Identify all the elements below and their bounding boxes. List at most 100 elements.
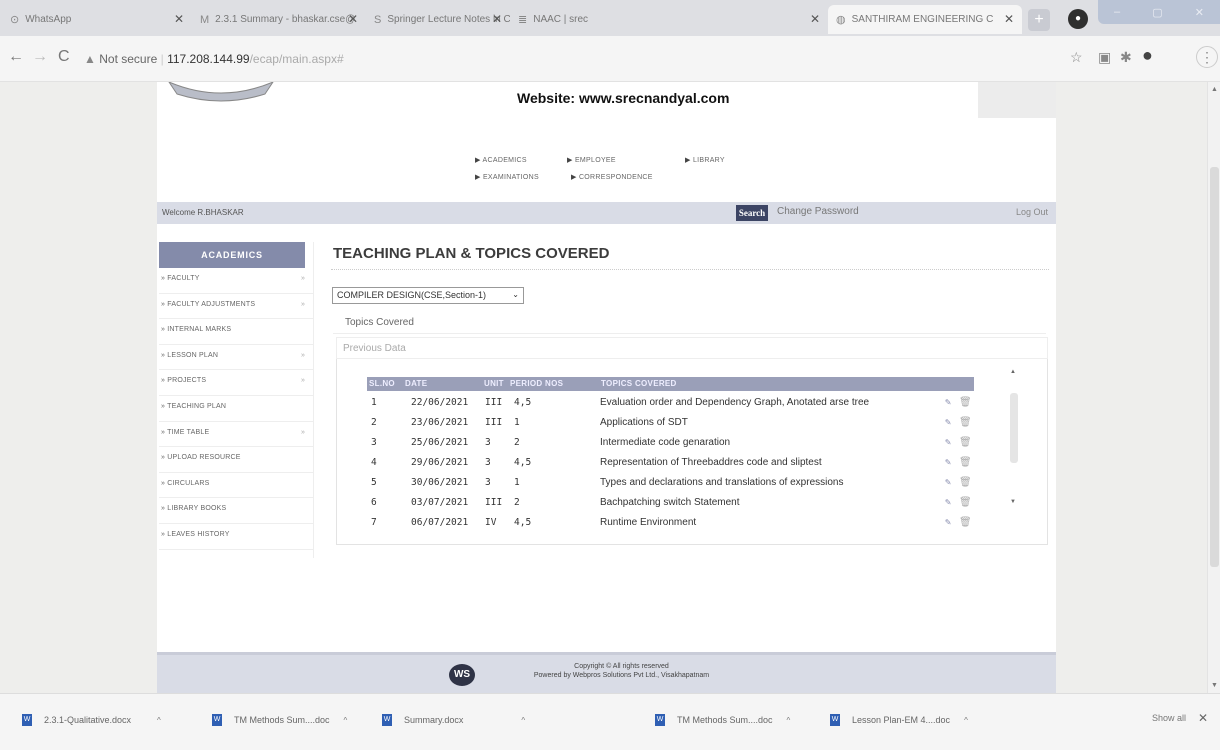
gmail-icon: M (200, 13, 210, 26)
welcome-text: Welcome R.BHASKAR (162, 208, 244, 217)
download-item[interactable]: W Summary.docx ^ (382, 714, 525, 726)
close-icon[interactable]: ✕ (174, 12, 184, 26)
tab-naac[interactable]: ≣ NAAC | srec ✕ (510, 5, 828, 34)
sidebar-item-internal-marks[interactable]: » INTERNAL MARKS (159, 319, 313, 345)
sidebar-heading: ACADEMICS (159, 242, 305, 268)
sidebar-item-projects[interactable]: » PROJECTS» (159, 370, 313, 396)
avatar[interactable]: ● (1142, 45, 1153, 66)
tab-springer[interactable]: S Springer Lecture Notes in Co ✕ (366, 5, 510, 34)
cell-period: 2 (514, 437, 520, 448)
minimize-icon[interactable]: – (1114, 6, 1120, 18)
tab-title: 2.3.1 Summary - bhaskar.cse@ (215, 14, 356, 25)
copyright-text: Copyright © All rights reserved (574, 663, 669, 670)
download-item[interactable]: W Lesson Plan-EM 4....doc ^ (830, 714, 968, 726)
download-item[interactable]: W 2.3.1-Qualitative.docx ^ (22, 714, 161, 726)
delete-icon[interactable]: 🗑 (959, 477, 972, 488)
scroll-up-icon[interactable]: ▲ (1211, 86, 1218, 93)
maximize-icon[interactable]: ▢ (1152, 6, 1162, 19)
back-icon[interactable]: ← (8, 48, 24, 66)
show-all-button[interactable]: Show all (1152, 713, 1186, 723)
window-close-icon[interactable]: ✕ (1195, 6, 1204, 19)
extension-icon[interactable]: ▣ (1098, 49, 1111, 66)
scroll-thumb[interactable] (1210, 167, 1219, 567)
header-decoration (978, 82, 1056, 118)
table-scrollbar[interactable]: ▲ ▼ (1007, 369, 1021, 539)
nav-library[interactable]: LIBRARY (685, 156, 725, 164)
delete-icon[interactable]: 🗑 (959, 457, 972, 468)
cell-slno: 4 (371, 457, 377, 468)
edit-icon[interactable]: ✎ (945, 477, 951, 488)
profile-icon[interactable]: ● (1068, 9, 1088, 29)
close-icon[interactable]: ✕ (492, 12, 502, 26)
nav-correspondence[interactable]: CORRESPONDENCE (571, 173, 653, 181)
sidebar-item-leaves-history[interactable]: » LEAVES HISTORY (159, 524, 313, 550)
nav-examinations[interactable]: EXAMINATIONS (475, 173, 539, 181)
download-item[interactable]: W TM Methods Sum....doc ^ (655, 714, 790, 726)
sidebar-item-library-books[interactable]: » LIBRARY BOOKS (159, 498, 313, 524)
course-select[interactable]: COMPILER DESIGN(CSE,Section-1) ⌄ (332, 287, 524, 304)
chevron-up-icon[interactable]: ^ (787, 716, 791, 725)
chevron-up-icon[interactable]: ^ (521, 716, 525, 725)
close-icon[interactable]: ✕ (348, 12, 358, 26)
table-header: SL.NO DATE UNIT PERIOD NOS TOPICS COVERE… (367, 377, 974, 391)
nav-employee[interactable]: EMPLOYEE (567, 156, 616, 164)
address-bar: ← → C ▲ Not secure | 117.208.144.99/ecap… (0, 36, 1220, 82)
sidebar-item-label: TIME TABLE (167, 428, 210, 436)
reload-icon[interactable]: C (58, 48, 70, 66)
chevron-up-icon[interactable]: ^ (964, 716, 968, 725)
sidebar-item-faculty[interactable]: » FACULTY» (159, 268, 313, 294)
site-header: Website: www.srecnandyal.com (157, 82, 1056, 138)
edit-icon[interactable]: ✎ (945, 457, 951, 468)
sidebar-item-faculty-adjustments[interactable]: » FACULTY ADJUSTMENTS» (159, 294, 313, 320)
delete-icon[interactable]: 🗑 (959, 437, 972, 448)
table-row: 5 30/06/2021 3 1 Types and declarations … (367, 473, 974, 493)
scroll-up-icon[interactable]: ▲ (1010, 369, 1016, 375)
sidebar-item-teaching-plan[interactable]: » TEACHING PLAN (159, 396, 313, 422)
delete-icon[interactable]: 🗑 (959, 417, 972, 428)
sidebar-item-lesson-plan[interactable]: » LESSON PLAN» (159, 345, 313, 371)
nav-academics[interactable]: ACADEMICS (475, 156, 527, 164)
table-row: 3 25/06/2021 3 2 Intermediate code genar… (367, 433, 974, 453)
delete-icon[interactable]: 🗑 (959, 397, 972, 408)
chevron-up-icon[interactable]: ^ (157, 716, 161, 725)
sidebar-item-circulars[interactable]: » CIRCULARS (159, 473, 313, 499)
star-icon[interactable]: ☆ (1070, 49, 1083, 66)
new-tab-button[interactable]: + (1028, 9, 1050, 31)
chevron-up-icon[interactable]: ^ (344, 716, 348, 725)
scroll-thumb[interactable] (1010, 393, 1018, 463)
menu-icon[interactable]: ⋮ (1196, 46, 1218, 68)
edit-icon[interactable]: ✎ (945, 397, 951, 408)
college-logo (168, 82, 274, 102)
previous-data-panel[interactable]: Previous Data (336, 337, 1048, 359)
sidebar-item-upload-resource[interactable]: » UPLOAD RESOURCE (159, 447, 313, 473)
col-date: DATE (405, 379, 428, 388)
change-password-link[interactable]: Change Password (777, 206, 859, 217)
tab-whatsapp[interactable]: ⊙ WhatsApp ✕ (2, 5, 192, 34)
edit-icon[interactable]: ✎ (945, 497, 951, 508)
globe-icon: ◍ (836, 14, 846, 26)
download-item[interactable]: W TM Methods Sum....doc ^ (212, 714, 347, 726)
close-icon[interactable]: ✕ (1004, 12, 1014, 26)
sidebar-item-time-table[interactable]: » TIME TABLE» (159, 422, 313, 448)
cell-topic: Representation of Threebaddres code and … (600, 457, 822, 468)
puzzle-icon[interactable]: ✱ (1120, 49, 1132, 66)
delete-icon[interactable]: 🗑 (959, 497, 972, 508)
logout-link[interactable]: Log Out (1016, 207, 1048, 217)
downloads-close-icon[interactable]: ✕ (1198, 711, 1208, 725)
url-field[interactable]: ▲ Not secure | 117.208.144.99/ecap/main.… (84, 52, 344, 66)
sidebar: ACADEMICS » FACULTY » » FACULTY ADJUSTMEN… (159, 242, 314, 558)
search-button[interactable]: Search (736, 205, 768, 221)
edit-icon[interactable]: ✎ (945, 437, 951, 448)
tab-gmail[interactable]: M 2.3.1 Summary - bhaskar.cse@ ✕ (192, 5, 366, 34)
scroll-down-icon[interactable]: ▼ (1010, 499, 1016, 505)
download-filename: Summary.docx (404, 715, 464, 725)
tab-santhiram[interactable]: ◍ SANTHIRAM ENGINEERING C ✕ (828, 5, 1022, 34)
edit-icon[interactable]: ✎ (945, 417, 951, 428)
delete-icon[interactable]: 🗑 (959, 517, 972, 528)
edit-icon[interactable]: ✎ (945, 517, 951, 528)
close-icon[interactable]: ✕ (810, 12, 820, 26)
forward-icon[interactable]: → (32, 48, 48, 66)
page-scrollbar[interactable]: ▲ ▼ (1207, 82, 1220, 693)
topics-covered-panel[interactable]: Topics Covered (333, 310, 1046, 334)
scroll-down-icon[interactable]: ▼ (1211, 682, 1218, 689)
